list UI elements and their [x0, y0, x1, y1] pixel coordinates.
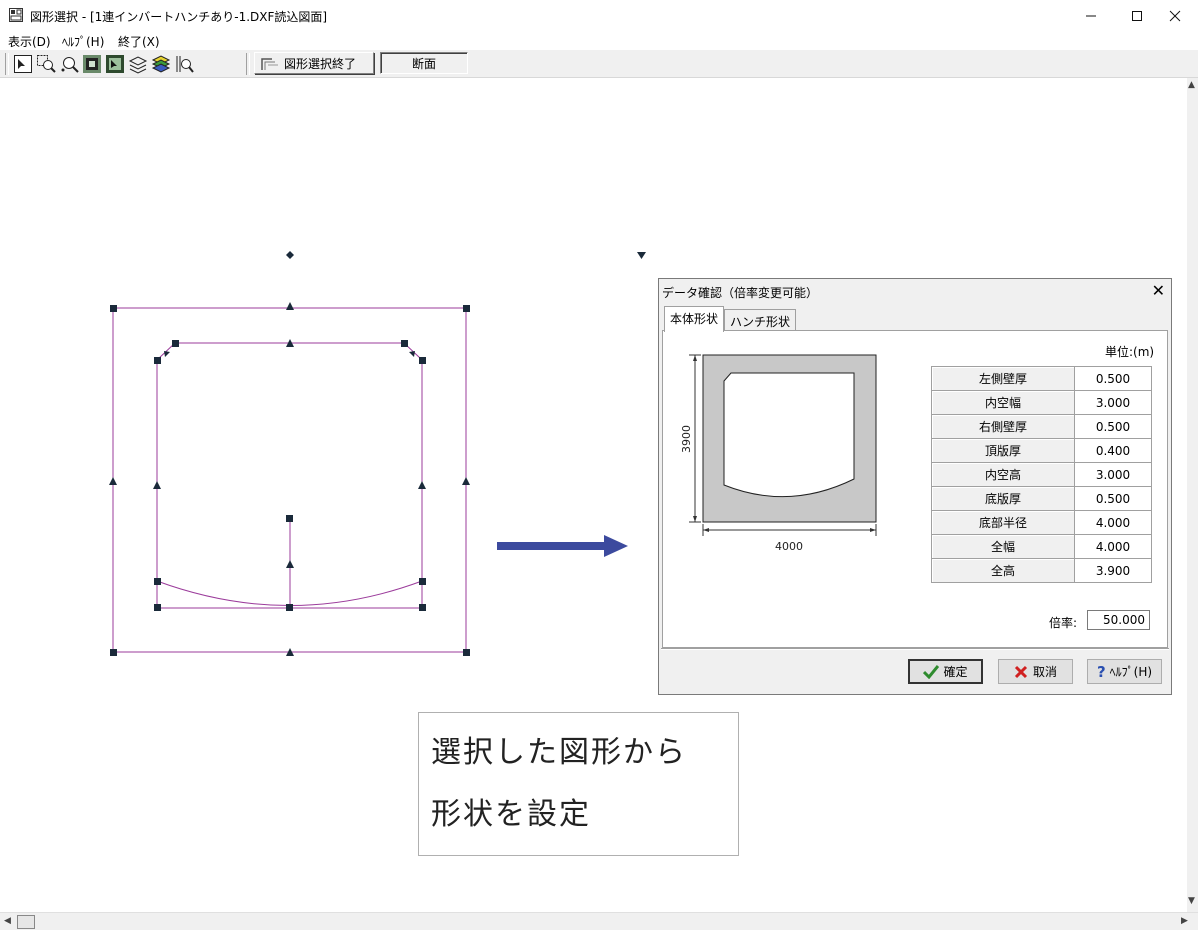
dialog-close-icon[interactable]: ✕: [1152, 281, 1165, 300]
annotation-note: 選択した図形から 形状を設定: [418, 712, 739, 856]
menu-view[interactable]: 表示(D): [8, 33, 51, 50]
row-label: 内空高: [931, 462, 1075, 487]
toolbar-separator: [5, 53, 9, 75]
table-row: 右側壁厚 0.500: [931, 414, 1152, 439]
fit-all-icon[interactable]: [82, 54, 102, 74]
zoom-window-icon[interactable]: [36, 54, 56, 74]
table-row: 全幅 4.000: [931, 534, 1152, 559]
row-value[interactable]: 0.400: [1074, 438, 1152, 463]
table-row: 内空高 3.000: [931, 462, 1152, 487]
layer-color-icon[interactable]: [151, 54, 171, 74]
tab-haunch-shape-label: ハンチ形状: [730, 315, 791, 329]
finish-selection-icon: [261, 58, 278, 70]
note-line-1: 選択した図形から: [431, 735, 687, 770]
scroll-thumb[interactable]: [17, 915, 35, 929]
row-value[interactable]: 4.000: [1074, 510, 1152, 535]
row-label: 左側壁厚: [931, 366, 1075, 391]
tab-body-shape[interactable]: 本体形状: [664, 306, 725, 332]
tab-haunch-shape[interactable]: ハンチ形状: [724, 309, 797, 331]
layer-icon[interactable]: [128, 54, 148, 74]
toolbar-separator: [246, 53, 250, 75]
help-label: ﾍﾙﾌﾟ(H): [1109, 665, 1153, 679]
row-value[interactable]: 4.000: [1074, 534, 1152, 559]
menu-bar: 表示(D) ﾍﾙﾌﾟ(H) 終了(X): [0, 31, 1198, 49]
title-bar: 図形選択 - [1連インバートハンチあり-1.DXF読込図面]: [0, 0, 1198, 31]
dialog-divider: [661, 648, 1169, 650]
minimize-button[interactable]: [1068, 0, 1114, 31]
section-button[interactable]: 断面: [380, 52, 468, 74]
fig-height-label: 3900: [681, 425, 693, 453]
transform-arrow: [497, 535, 628, 557]
culvert-outline: [112, 307, 467, 653]
row-value[interactable]: 0.500: [1074, 366, 1152, 391]
ratio-label: 倍率:: [1049, 616, 1078, 630]
row-label: 底部半径: [931, 510, 1075, 535]
table-row: 全高 3.900: [931, 558, 1152, 583]
menu-help[interactable]: ﾍﾙﾌﾟ(H): [62, 33, 104, 50]
tab-body-shape-label: 本体形状: [670, 312, 719, 326]
section-label: 断面: [411, 56, 436, 71]
row-value[interactable]: 0.500: [1074, 486, 1152, 511]
table-row: 左側壁厚 0.500: [931, 366, 1152, 391]
table-row: 内空幅 3.000: [931, 390, 1152, 415]
row-value[interactable]: 3.900: [1074, 558, 1152, 583]
maximize-icon: [1132, 10, 1142, 21]
cancel-button[interactable]: 取消: [998, 659, 1073, 684]
finish-selection-button[interactable]: 図形選択終了: [254, 52, 374, 74]
row-label: 底版厚: [931, 486, 1075, 511]
vertical-scrollbar[interactable]: ▲ ▼: [1187, 78, 1198, 912]
toolbar: 図形選択終了 断面: [0, 50, 1198, 78]
help-question-icon: ?: [1096, 662, 1106, 681]
app-icon: [9, 8, 23, 22]
confirm-label: 確定: [943, 665, 968, 679]
scroll-left-icon[interactable]: ◀: [4, 916, 11, 926]
row-value[interactable]: 3.000: [1074, 462, 1152, 487]
table-row: 頂版厚 0.400: [931, 438, 1152, 463]
row-value[interactable]: 3.000: [1074, 390, 1152, 415]
property-table: 左側壁厚 0.500 内空幅 3.000 右側壁厚 0.500 頂版厚 0.400 内空…: [931, 366, 1152, 583]
table-row: 底版厚 0.500: [931, 486, 1152, 511]
unit-label: 単位:(m): [1105, 345, 1155, 359]
close-button[interactable]: [1152, 0, 1198, 31]
cancel-label: 取消: [1032, 665, 1057, 679]
scroll-right-icon[interactable]: ▶: [1181, 916, 1188, 926]
tab-panel: 4000 3900 単位:(m) 左側壁厚 0.500 内空幅 3.000 右側壁厚…: [662, 330, 1168, 648]
table-row: 底部半径 4.000: [931, 510, 1152, 535]
data-confirm-dialog: データ確認（倍率変更可能） ✕ 本体形状 ハンチ形状 4000 3900 単位:…: [658, 278, 1172, 695]
fig-width-label: 4000: [775, 540, 803, 553]
menu-exit[interactable]: 終了(X): [118, 33, 160, 50]
row-label: 右側壁厚: [931, 414, 1075, 439]
cancel-x-icon: [1014, 665, 1028, 678]
row-label: 全高: [931, 558, 1075, 583]
confirm-button[interactable]: 確定: [908, 659, 983, 684]
note-line-2: 形状を設定: [431, 797, 591, 832]
dialog-title: データ確認（倍率変更可能）: [662, 286, 819, 300]
finish-selection-label: 図形選択終了: [284, 56, 357, 71]
checkmark-icon: [923, 664, 940, 679]
horizontal-scrollbar[interactable]: ◀ ▶: [0, 912, 1198, 930]
scroll-down-icon[interactable]: ▼: [1188, 896, 1195, 906]
close-icon: [1169, 10, 1181, 21]
inspect-icon[interactable]: [174, 54, 194, 74]
select-arrow-icon[interactable]: [13, 54, 33, 74]
row-label: 全幅: [931, 534, 1075, 559]
ratio-input[interactable]: 50.000: [1087, 610, 1150, 630]
section-figure: 4000 3900: [681, 354, 877, 553]
window-title: 図形選択 - [1連インバートハンチあり-1.DXF読込図面]: [30, 10, 328, 24]
help-button[interactable]: ? ﾍﾙﾌﾟ(H): [1087, 659, 1162, 684]
selection-handles: [109, 251, 646, 656]
row-label: 頂版厚: [931, 438, 1075, 463]
row-label: 内空幅: [931, 390, 1075, 415]
minimize-icon: [1086, 15, 1096, 16]
zoom-icon[interactable]: [59, 54, 79, 74]
scroll-up-icon[interactable]: ▲: [1188, 80, 1195, 90]
row-value[interactable]: 0.500: [1074, 414, 1152, 439]
select-all-icon[interactable]: [105, 54, 125, 74]
